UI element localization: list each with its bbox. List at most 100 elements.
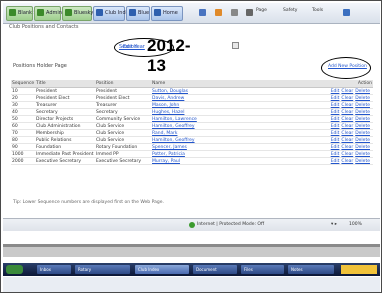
delete-link[interactable]: Delete: [355, 145, 370, 150]
page-menu[interactable]: Page: [256, 8, 267, 13]
position-cell: Club Service: [95, 129, 151, 137]
name-link[interactable]: Hamilton, Geoffrey: [151, 122, 271, 130]
title-cell: Foundation: [35, 143, 95, 151]
position-cell: Treasurer: [95, 101, 151, 109]
spacer-cell: [271, 136, 327, 144]
position-cell: President Elect: [95, 94, 151, 102]
taskbar-item[interactable]: Document: [193, 265, 237, 274]
delete-link[interactable]: Delete: [355, 103, 370, 108]
clear-link[interactable]: Clear: [341, 131, 353, 136]
name-link[interactable]: Rand, Mark: [151, 129, 271, 137]
delete-link[interactable]: Delete: [355, 124, 370, 129]
column-header[interactable]: Position: [95, 80, 151, 88]
edit-link[interactable]: Edit: [331, 117, 340, 122]
taskbar-item[interactable]: Rotary: [75, 265, 130, 274]
clear-link[interactable]: Clear: [341, 96, 353, 101]
zoom-dropdown[interactable]: ▾ ▸: [331, 222, 337, 227]
edit-link[interactable]: Edit: [331, 89, 340, 94]
page-icon: [129, 9, 136, 16]
browser-tab-1[interactable]: Blank Slate: [6, 6, 46, 21]
home-icon[interactable]: [199, 9, 206, 16]
clear-link[interactable]: Clear: [341, 103, 353, 108]
name-link[interactable]: Spencer, James: [151, 143, 271, 151]
add-new-position-link[interactable]: Add New Position: [328, 64, 367, 69]
sequence-cell: 30: [11, 101, 35, 109]
clear-link[interactable]: Clear: [341, 145, 353, 150]
edit-link[interactable]: Edit: [331, 96, 340, 101]
taskbar-item-label: Document: [196, 267, 217, 272]
taskbar-item-label: Notes: [291, 267, 303, 272]
spacer-cell: [271, 150, 327, 158]
edit-link[interactable]: Edit: [331, 110, 340, 115]
delete-link[interactable]: Delete: [355, 110, 370, 115]
clear-link[interactable]: Clear: [341, 89, 353, 94]
delete-link[interactable]: Delete: [355, 138, 370, 143]
feeds-icon[interactable]: [215, 9, 222, 16]
column-header[interactable]: Title: [35, 80, 95, 88]
mail-icon[interactable]: [231, 9, 238, 16]
taskbar-item-label: Files: [244, 267, 253, 272]
column-header[interactable]: Name: [151, 80, 271, 88]
edit-link[interactable]: Edit: [331, 152, 340, 157]
name-link[interactable]: Davis, Andrew: [151, 94, 271, 102]
edit-season-link[interactable]: Edit Year: [123, 44, 145, 50]
start-button[interactable]: [6, 265, 23, 274]
edit-link[interactable]: Edit: [331, 131, 340, 136]
clear-link[interactable]: Clear: [341, 124, 353, 129]
delete-link[interactable]: Delete: [355, 96, 370, 101]
browser-tab-5[interactable]: Blue: [126, 6, 150, 21]
page-heading: Positions Holder Page: [13, 63, 67, 69]
name-link[interactable]: Hughes, Hazel: [151, 108, 271, 116]
taskbar-item[interactable]: Inbox: [37, 265, 71, 274]
action-cell: Edit Clear Delete: [327, 94, 373, 102]
spacer-cell: [271, 108, 327, 116]
taskbar-item[interactable]: Files: [241, 265, 284, 274]
name-link[interactable]: Murray, Paul: [151, 157, 271, 165]
os-taskbar: Inbox Rotary Club Index Document Files Notes: [3, 263, 380, 276]
name-link[interactable]: Potter, Patricia: [151, 150, 271, 158]
page-icon: [65, 9, 72, 16]
edit-link[interactable]: Edit: [331, 159, 340, 164]
edit-icon[interactable]: [232, 42, 239, 49]
edit-link[interactable]: Edit: [331, 103, 340, 108]
table-row: 60 Club Administration Club Service Hamilto…: [11, 122, 373, 130]
clear-link[interactable]: Clear: [341, 152, 353, 157]
edit-link[interactable]: Edit: [331, 145, 340, 150]
clear-link[interactable]: Clear: [341, 159, 353, 164]
tab-label: Home: [163, 10, 178, 16]
delete-link[interactable]: Delete: [355, 117, 370, 122]
delete-link[interactable]: Delete: [355, 152, 370, 157]
clear-link[interactable]: Clear: [341, 117, 353, 122]
browser-tab-6[interactable]: Home: [151, 6, 183, 21]
edit-link[interactable]: Edit: [331, 138, 340, 143]
edit-link[interactable]: Edit: [331, 124, 340, 129]
browser-tab-2[interactable]: Admin: [34, 6, 62, 21]
taskbar-item[interactable]: Club Index: [135, 265, 189, 274]
name-link[interactable]: Hamilton, Lawrence: [151, 115, 271, 123]
zoom-level[interactable]: 100%: [349, 222, 362, 227]
delete-link[interactable]: Delete: [355, 159, 370, 164]
tools-menu[interactable]: Tools: [312, 8, 323, 13]
column-header: [271, 80, 327, 88]
taskbar-item[interactable]: Notes: [288, 265, 334, 274]
name-link[interactable]: Mason, John: [151, 101, 271, 109]
browser-tab-3[interactable]: Bluesky: [62, 6, 93, 21]
delete-link[interactable]: Delete: [355, 89, 370, 94]
name-link[interactable]: Sutton, Douglas: [151, 87, 271, 95]
title-cell: Immediate Past President: [35, 150, 95, 158]
system-tray: [341, 265, 377, 274]
column-header[interactable]: Sequence: [11, 80, 35, 88]
clear-link[interactable]: Clear: [341, 138, 353, 143]
spacer-cell: [271, 143, 327, 151]
print-icon[interactable]: [246, 9, 253, 16]
delete-link[interactable]: Delete: [355, 131, 370, 136]
clear-link[interactable]: Clear: [341, 110, 353, 115]
browser-tab-4[interactable]: Club Index: [93, 6, 132, 21]
safety-menu[interactable]: Safety: [283, 8, 297, 13]
sequence-cell: 20: [11, 94, 35, 102]
page-icon: [154, 9, 161, 16]
title-cell: Director Projects: [35, 115, 95, 123]
table-row: 1000 Immediate Past President Immed PP Pott…: [11, 150, 373, 158]
name-link[interactable]: Hamilton, Geoffrey: [151, 136, 271, 144]
help-icon[interactable]: [343, 9, 350, 16]
